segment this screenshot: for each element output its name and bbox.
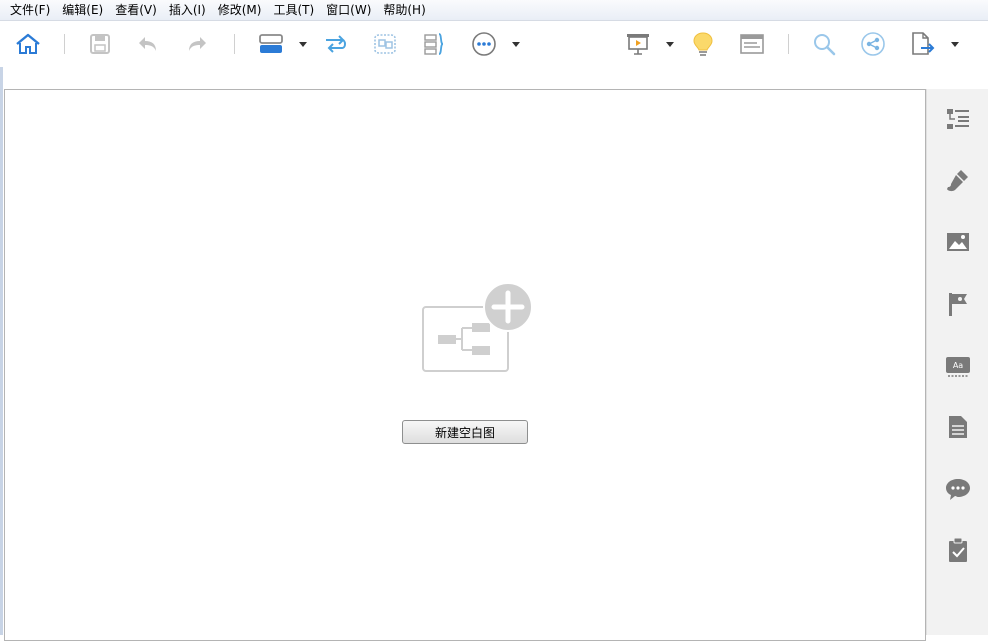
outline-icon[interactable]: [737, 29, 767, 59]
window-left-edge: [0, 67, 3, 635]
topic-layout-icon[interactable]: [256, 29, 286, 59]
menu-bar: 文件(F) 编辑(E) 查看(V) 插入(I) 修改(M) 工具(T) 窗口(W…: [0, 0, 988, 21]
export-dropdown-icon[interactable]: [951, 40, 959, 48]
menu-help[interactable]: 帮助(H): [377, 0, 431, 20]
format-brush-icon[interactable]: [943, 165, 973, 195]
menu-insert[interactable]: 插入(I): [163, 0, 212, 20]
topic-layout-dropdown-icon[interactable]: [299, 40, 307, 48]
share-icon[interactable]: [858, 29, 888, 59]
more-icon[interactable]: [469, 29, 499, 59]
svg-text:Aa: Aa: [953, 361, 963, 370]
redo-icon[interactable]: [182, 29, 212, 59]
menu-edit[interactable]: 编辑(E): [56, 0, 109, 20]
new-blank-map-button[interactable]: 新建空白图: [402, 420, 528, 444]
menu-file[interactable]: 文件(F): [0, 0, 56, 20]
task-clipboard-icon[interactable]: [943, 535, 973, 565]
idea-icon[interactable]: [688, 29, 718, 59]
text-style-icon[interactable]: Aa: [943, 351, 973, 381]
toolbar: [0, 21, 988, 67]
presentation-dropdown-icon[interactable]: [666, 40, 674, 48]
undo-icon[interactable]: [133, 29, 163, 59]
new-map-graphic: [418, 282, 534, 375]
presentation-icon[interactable]: [623, 29, 653, 59]
menu-modify[interactable]: 修改(M): [212, 0, 268, 20]
summary-icon[interactable]: [419, 29, 449, 59]
search-icon[interactable]: [809, 29, 839, 59]
relationship-icon[interactable]: [321, 29, 351, 59]
outline-panel-icon[interactable]: [943, 104, 973, 134]
menu-window[interactable]: 窗口(W): [320, 0, 377, 20]
export-icon[interactable]: [907, 29, 937, 59]
toolbar-separator: [64, 34, 65, 54]
menu-view[interactable]: 查看(V): [109, 0, 163, 20]
home-icon[interactable]: [13, 29, 43, 59]
right-sidebar: Aa: [926, 89, 988, 635]
save-icon[interactable]: [85, 29, 115, 59]
new-map-illustration-icon: [422, 282, 533, 372]
notes-icon[interactable]: [943, 412, 973, 442]
image-icon[interactable]: [943, 227, 973, 257]
more-dropdown-icon[interactable]: [512, 40, 520, 48]
comment-icon[interactable]: [943, 474, 973, 504]
boundary-icon[interactable]: [370, 29, 400, 59]
toolbar-separator: [234, 34, 235, 54]
menu-tools[interactable]: 工具(T): [267, 0, 320, 20]
toolbar-separator: [788, 34, 789, 54]
marker-flag-icon[interactable]: [943, 289, 973, 319]
